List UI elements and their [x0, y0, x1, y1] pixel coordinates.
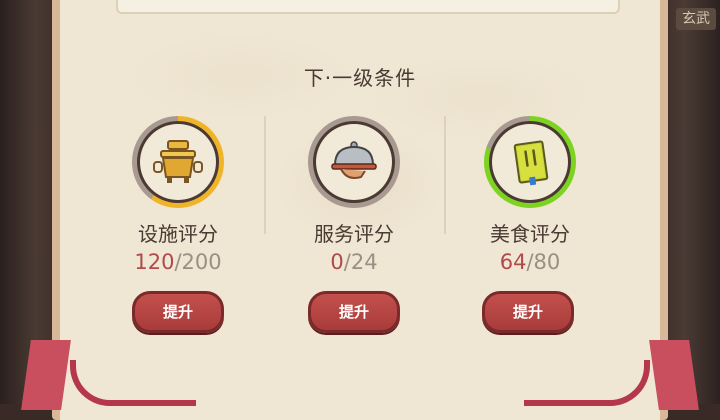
progress-ring [132, 116, 224, 208]
panel-top-box [116, 0, 620, 14]
stat-service: 服务评分 0/24 [279, 116, 429, 274]
upgrade-service-button[interactable]: 提升 [308, 291, 400, 333]
stat-score: 64/80 [499, 250, 561, 274]
stat-label: 服务评分 [314, 222, 394, 246]
column-divider [444, 116, 446, 234]
stat-facility: 设施评分 120/200 [103, 116, 253, 274]
section-title: 下·一级条件 [303, 66, 417, 90]
upgrade-panel: 下·一级条件 设施评分 120/200 服务评分 0/24 美食评分 64/80… [52, 0, 668, 420]
cloche-icon [316, 124, 392, 200]
corner-tag: 玄武 [676, 8, 716, 30]
progress-ring [308, 116, 400, 208]
stat-score: 0/24 [330, 250, 378, 274]
upgrade-food-button[interactable]: 提升 [482, 291, 574, 333]
progress-ring [484, 116, 576, 208]
stat-label: 设施评分 [138, 222, 218, 246]
stat-label: 美食评分 [490, 222, 570, 246]
pot-icon [140, 124, 216, 200]
recipe-book-icon [492, 124, 568, 200]
stat-food: 美食评分 64/80 [455, 116, 605, 274]
stat-score: 120/200 [134, 250, 222, 274]
ribbon-decoration-left [70, 360, 196, 406]
upgrade-facility-button[interactable]: 提升 [132, 291, 224, 333]
column-divider [264, 116, 266, 234]
ribbon-decoration-right [524, 360, 650, 406]
